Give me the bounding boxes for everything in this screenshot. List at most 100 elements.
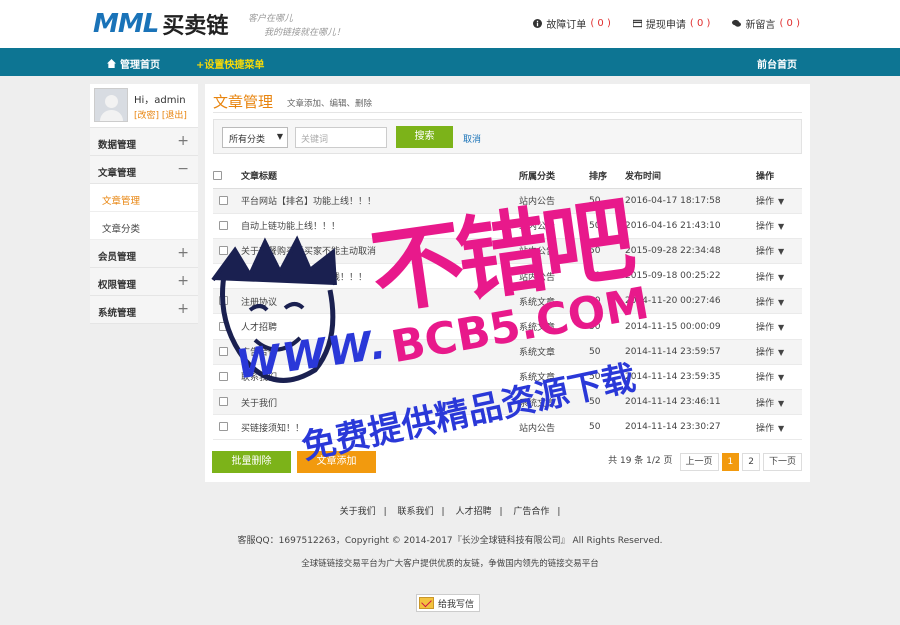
row-checkbox[interactable]: [219, 245, 228, 255]
row-title[interactable]: 全球链链接套餐正式上线！！！: [234, 263, 519, 290]
cancel-link[interactable]: 取消: [463, 132, 481, 145]
row-title[interactable]: 自动上链功能上线！！！: [234, 213, 519, 239]
nav-home-link[interactable]: 管理首页: [107, 56, 160, 71]
row-title[interactable]: 联系我们: [234, 364, 519, 391]
fault-orders-link[interactable]: 故障订单 ( 0 ): [533, 16, 611, 31]
row-title[interactable]: 关于套餐购买后买家不能主动取消: [234, 238, 519, 265]
col-title[interactable]: 文章标题: [234, 164, 519, 189]
sidebar-group-system[interactable]: 系统管理 +: [90, 296, 198, 324]
col-sort[interactable]: 排序: [589, 164, 625, 189]
keyword-input[interactable]: 关键词: [295, 127, 387, 148]
col-time[interactable]: 发布时间: [625, 164, 752, 189]
sidebar-group-label: 会员管理: [98, 252, 137, 263]
row-operation-dropdown[interactable]: 操作 ▼: [752, 238, 802, 265]
row-operation-dropdown[interactable]: 操作 ▼: [752, 213, 802, 239]
change-password-link[interactable]: [改密]: [134, 111, 159, 121]
row-time: 2014-11-14 23:30:27: [625, 414, 752, 441]
row-sort: 50: [589, 238, 625, 265]
row-category: 站内公告: [519, 238, 589, 265]
sidebar-group-label: 数据管理: [98, 140, 137, 151]
withdraw-link[interactable]: 提现申请 ( 0 ): [632, 16, 710, 31]
sidebar-group-data[interactable]: 数据管理 +: [90, 128, 198, 156]
info-icon: [533, 19, 543, 28]
row-title[interactable]: 平台网站【排名】功能上线！！！: [234, 188, 519, 214]
row-checkbox[interactable]: [219, 220, 228, 230]
prev-page-button[interactable]: 上一页: [679, 453, 719, 471]
row-sort: 50: [589, 414, 625, 441]
row-operation-dropdown[interactable]: 操作 ▼: [752, 339, 802, 365]
caret-down-icon: ▼: [778, 423, 785, 433]
sidebar-item-article-category[interactable]: 文章分类: [90, 212, 198, 240]
sidebar: Hi，admin [改密] [退出] 数据管理 + 文章管理 − 文章管理 文章…: [90, 84, 198, 324]
sidebar-group-label: 系统管理: [98, 308, 137, 319]
sidebar-group-articles[interactable]: 文章管理 −: [90, 156, 198, 184]
row-operation-dropdown[interactable]: 操作 ▼: [752, 389, 802, 416]
row-checkbox[interactable]: [219, 371, 228, 381]
row-operation-dropdown[interactable]: 操作 ▼: [752, 364, 802, 391]
row-title[interactable]: 注册协议: [234, 288, 519, 315]
messages-count-value: 0: [786, 18, 793, 29]
footer-link-about[interactable]: 关于我们: [340, 507, 376, 517]
table-row: 联系我们 系统文章 50 2014-11-14 23:59:35 操作 ▼: [213, 364, 802, 391]
card-icon: [632, 19, 642, 28]
sidebar-group-label: 文章管理: [98, 168, 137, 179]
row-operation-dropdown[interactable]: 操作 ▼: [752, 263, 802, 290]
add-article-button[interactable]: 文章添加: [297, 451, 376, 473]
sidebar-group-permissions[interactable]: 权限管理 +: [90, 268, 198, 296]
row-operation-dropdown[interactable]: 操作 ▼: [752, 414, 802, 441]
row-checkbox[interactable]: [219, 195, 228, 205]
row-operation-dropdown[interactable]: 操作 ▼: [752, 313, 802, 340]
row-category: 系统文章: [519, 313, 589, 340]
row-time: 2014-11-15 00:00:09: [625, 313, 752, 340]
row-operation-dropdown[interactable]: 操作 ▼: [752, 188, 802, 214]
table-row: 关于我们 系统文章 50 2014-11-14 23:46:11 操作 ▼: [213, 389, 802, 416]
row-checkbox[interactable]: [219, 422, 228, 432]
next-page-button[interactable]: 下一页: [762, 453, 802, 471]
row-title[interactable]: 买链接须知！！: [234, 414, 519, 441]
nav-front-link[interactable]: 前台首页: [757, 56, 797, 71]
logo[interactable]: MML 买卖链: [93, 8, 228, 40]
category-select[interactable]: 所有分类 ▼: [222, 127, 288, 148]
select-all-checkbox[interactable]: [213, 170, 222, 180]
caret-down-icon: ▼: [778, 348, 785, 358]
nav-quick-menu-link[interactable]: +设置快捷菜单: [196, 56, 264, 71]
batch-delete-button[interactable]: 批量删除: [212, 451, 291, 473]
caret-down-icon: ▼: [778, 297, 785, 307]
search-button[interactable]: 搜索: [396, 126, 453, 148]
footer-link-jobs[interactable]: 人才招聘: [455, 507, 491, 517]
footer-separator: |: [557, 507, 561, 517]
home-icon: [107, 59, 116, 68]
top-header: MML 买卖链 客户在哪儿 我的链接就在哪儿！ 故障订单 ( 0 ) 提现申请 …: [0, 0, 900, 48]
row-checkbox[interactable]: [219, 296, 228, 306]
row-checkbox[interactable]: [219, 397, 228, 407]
row-title[interactable]: 人才招聘: [234, 313, 519, 340]
row-title[interactable]: 关于我们: [234, 389, 519, 416]
row-checkbox[interactable]: [219, 321, 228, 331]
row-time: 2014-11-20 00:27:46: [625, 288, 752, 315]
write-mail-button[interactable]: 给我写信: [416, 594, 481, 612]
row-operation-label: 操作: [756, 272, 775, 283]
logout-link[interactable]: [退出]: [162, 111, 187, 121]
sidebar-item-article-manage[interactable]: 文章管理: [90, 184, 198, 212]
sidebar-item-label: 文章管理: [102, 196, 141, 207]
footer-link-ads[interactable]: 广告合作: [513, 507, 549, 517]
row-checkbox[interactable]: [219, 346, 228, 356]
page-1-button[interactable]: 1: [721, 453, 740, 471]
slogan: 客户在哪儿 我的链接就在哪儿！: [248, 12, 345, 40]
category-select-value: 所有分类: [229, 135, 266, 145]
row-title[interactable]: 广告合作: [234, 339, 519, 365]
footer-link-contact[interactable]: 联系我们: [398, 507, 434, 517]
col-category[interactable]: 所属分类: [519, 164, 589, 189]
row-category: 站内公告: [519, 263, 589, 290]
messages-link[interactable]: 新留言 ( 0 ): [732, 16, 800, 31]
user-box: Hi，admin [改密] [退出]: [90, 84, 198, 128]
sidebar-group-members[interactable]: 会员管理 +: [90, 240, 198, 268]
slogan-line-2: 我的链接就在哪儿！: [264, 28, 346, 38]
row-time: 2014-11-14 23:46:11: [625, 389, 752, 416]
row-sort: 50: [589, 364, 625, 391]
messages-count: ( 0 ): [779, 18, 800, 29]
row-checkbox[interactable]: [219, 271, 228, 281]
page-2-button[interactable]: 2: [742, 453, 760, 471]
row-operation-dropdown[interactable]: 操作 ▼: [752, 288, 802, 315]
row-sort: 50: [589, 188, 625, 214]
